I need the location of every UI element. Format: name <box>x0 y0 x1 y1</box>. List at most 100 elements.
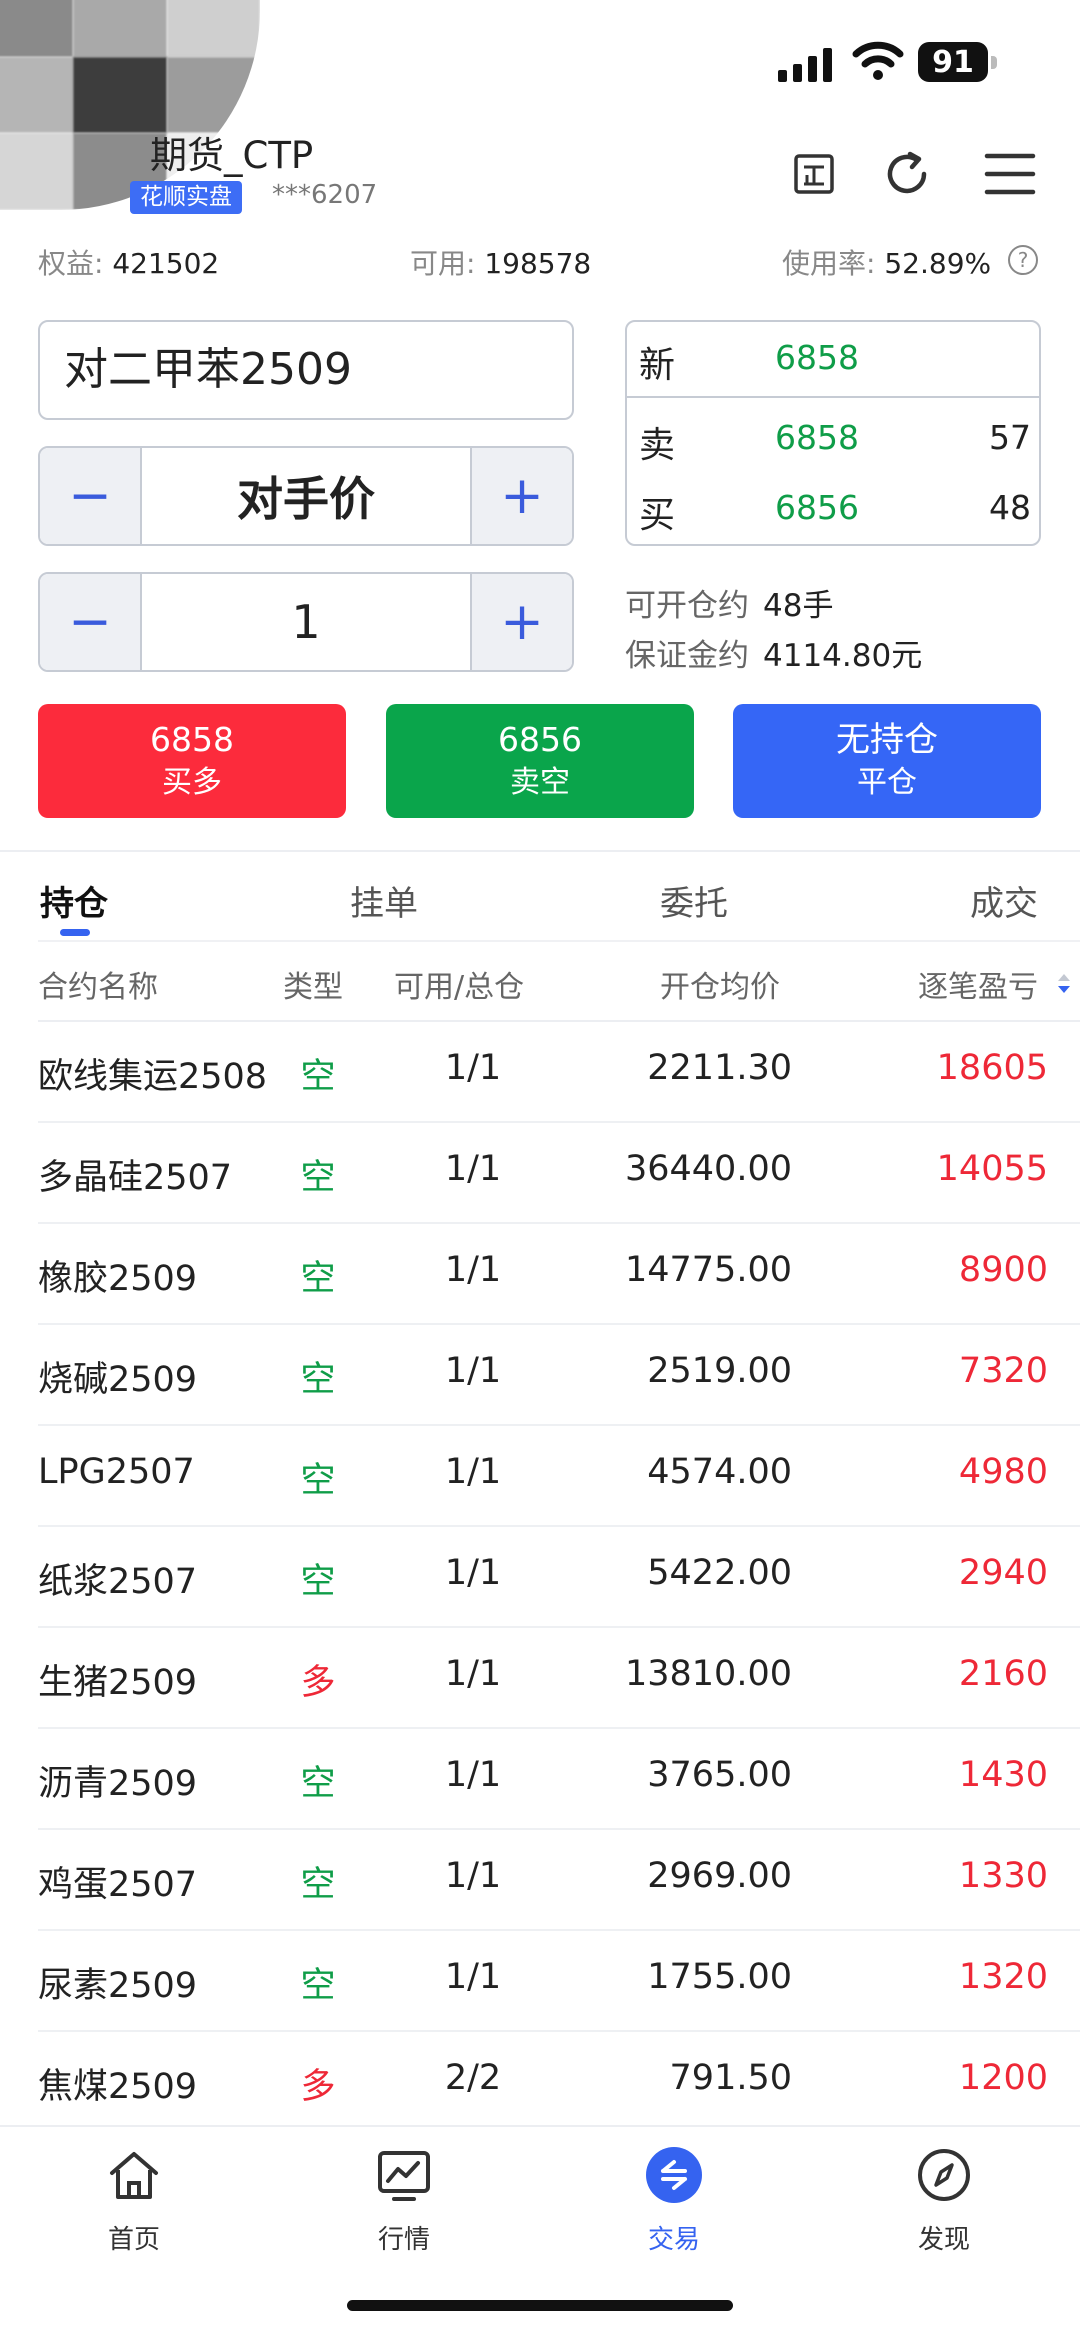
header-type: 类型 <box>283 970 343 1005</box>
usage-summary: 使用率: 52.89% <box>782 247 992 280</box>
nav-home[interactable]: 首页 <box>54 2145 214 2256</box>
tab-fills[interactable]: 成交 <box>970 876 1038 925</box>
table-row[interactable]: 沥青2509 空 1/1 3765.00 1430 <box>38 1729 1080 1830</box>
open-price: 3765.00 <box>647 1755 792 1795</box>
ask-label: 卖 <box>639 425 676 466</box>
header-contract: 合约名称 <box>38 970 158 1005</box>
contract-name: 尿素2509 <box>38 1966 198 2006</box>
available-summary: 可用: 198578 <box>410 247 592 280</box>
margin-value: 4114.80元 <box>763 638 923 674</box>
ask-row[interactable]: 卖 6858 57 <box>627 402 1039 472</box>
stop-order-icon[interactable] <box>782 146 846 202</box>
home-icon <box>110 2152 158 2199</box>
header-pnl[interactable]: 逐笔盈亏 <box>918 962 1038 1006</box>
price-plus-button[interactable]: + <box>472 448 572 544</box>
compass-icon <box>918 2149 970 2201</box>
section-divider <box>0 850 1080 852</box>
table-row[interactable]: 生猪2509 多 1/1 13810.00 2160 <box>38 1628 1080 1729</box>
position-type: 空 <box>300 1360 336 1400</box>
table-row[interactable]: 多晶硅2507 空 1/1 36440.00 14055 <box>38 1123 1080 1224</box>
tab-pending[interactable]: 挂单 <box>350 876 418 925</box>
bid-volume: 48 <box>989 488 1031 527</box>
refresh-icon[interactable] <box>876 146 940 202</box>
position-type: 空 <box>300 1461 336 1501</box>
openable-value: 48手 <box>763 588 834 624</box>
quantity-minus-button[interactable]: − <box>40 574 140 670</box>
close-label: 平仓 <box>857 765 917 800</box>
open-price: 36440.00 <box>624 1149 792 1189</box>
position-pnl: 18605 <box>936 1048 1048 1088</box>
sell-short-button[interactable]: 6856 卖空 <box>386 704 694 818</box>
close-position-button[interactable]: 无持仓 平仓 <box>733 704 1041 818</box>
contract-name: LPG2507 <box>38 1452 195 1492</box>
table-row[interactable]: 橡胶2509 空 1/1 14775.00 8900 <box>38 1224 1080 1325</box>
quantity-field[interactable]: 1 <box>140 574 472 670</box>
table-row[interactable]: 鸡蛋2507 空 1/1 2969.00 1330 <box>38 1830 1080 1931</box>
contract-name: 多晶硅2507 <box>38 1158 233 1198</box>
contract-name: 沥青2509 <box>38 1764 198 1804</box>
position-qty: 1/1 <box>444 1452 502 1492</box>
menu-icon[interactable] <box>978 146 1042 202</box>
account-badge: 花顺实盘 <box>130 181 242 214</box>
position-pnl: 1200 <box>958 2058 1048 2098</box>
position-type: 空 <box>300 1158 336 1198</box>
open-price: 13810.00 <box>624 1654 792 1694</box>
table-row[interactable]: 纸浆2507 空 1/1 5422.00 2940 <box>38 1527 1080 1628</box>
ask-price: 6858 <box>775 418 859 457</box>
wifi-icon <box>852 41 904 80</box>
price-type-field[interactable]: 对手价 <box>140 448 472 544</box>
tab-orders[interactable]: 委托 <box>660 876 728 925</box>
sort-icon[interactable] <box>1056 968 1072 998</box>
usage-value: 52.89% <box>884 247 992 280</box>
home-indicator <box>347 2300 733 2311</box>
open-price: 1755.00 <box>647 1957 792 1997</box>
active-tab-indicator <box>60 929 90 936</box>
help-icon[interactable]: ? <box>1008 245 1038 275</box>
nav-trade[interactable]: 交易 <box>594 2145 754 2256</box>
position-qty: 1/1 <box>444 1351 502 1391</box>
quote-panel: 新 6858 卖 6858 57 买 6856 48 <box>625 320 1041 546</box>
buy-long-button[interactable]: 6858 买多 <box>38 704 346 818</box>
table-row[interactable]: 欧线集运2508 空 1/1 2211.30 18605 <box>38 1022 1080 1123</box>
table-row[interactable]: 烧碱2509 空 1/1 2519.00 7320 <box>38 1325 1080 1426</box>
position-type: 多 <box>300 1663 336 1703</box>
position-qty: 1/1 <box>444 1957 502 1997</box>
position-pnl: 1320 <box>958 1957 1048 1997</box>
bid-price: 6856 <box>775 488 859 527</box>
sell-label: 卖空 <box>510 765 570 800</box>
price-minus-button[interactable]: − <box>40 448 140 544</box>
bid-row[interactable]: 买 6856 48 <box>627 472 1039 542</box>
open-price: 791.50 <box>669 2058 792 2098</box>
account-title[interactable]: 期货_CTP <box>150 125 313 179</box>
tab-positions[interactable]: 持仓 <box>40 876 108 925</box>
battery-tip <box>991 56 997 69</box>
contract-name: 橡胶2509 <box>38 1259 198 1299</box>
header-qty: 可用/总仓 <box>394 970 525 1005</box>
table-row[interactable]: LPG2507 空 1/1 4574.00 4980 <box>38 1426 1080 1527</box>
position-pnl: 1330 <box>958 1856 1048 1896</box>
position-type: 空 <box>300 1259 336 1299</box>
position-pnl: 1430 <box>958 1755 1048 1795</box>
position-pnl: 8900 <box>958 1250 1048 1290</box>
equity-summary: 权益: 421502 <box>38 247 220 280</box>
close-status: 无持仓 <box>836 720 938 760</box>
margin-info: 保证金约 4114.80元 <box>625 638 923 674</box>
available-value: 198578 <box>484 247 592 280</box>
contract-name: 焦煤2509 <box>38 2067 198 2107</box>
nav-discover[interactable]: 发现 <box>864 2145 1024 2256</box>
nav-market[interactable]: 行情 <box>324 2145 484 2256</box>
position-pnl: 2940 <box>958 1553 1048 1593</box>
position-pnl: 2160 <box>958 1654 1048 1694</box>
table-row[interactable]: 尿素2509 空 1/1 1755.00 1320 <box>38 1931 1080 2032</box>
open-price: 14775.00 <box>624 1250 792 1290</box>
latest-label: 新 <box>639 345 676 386</box>
latest-row: 新 6858 <box>627 322 1039 392</box>
quantity-plus-button[interactable]: + <box>472 574 572 670</box>
position-type: 多 <box>300 2067 336 2107</box>
position-qty: 2/2 <box>444 2058 502 2098</box>
header-open-price: 开仓均价 <box>660 970 780 1005</box>
quote-divider <box>627 396 1039 398</box>
position-qty: 1/1 <box>444 1856 502 1896</box>
contract-input[interactable]: 对二甲苯2509 <box>38 320 574 420</box>
table-row[interactable]: 焦煤2509 多 2/2 791.50 1200 <box>38 2032 1080 2133</box>
